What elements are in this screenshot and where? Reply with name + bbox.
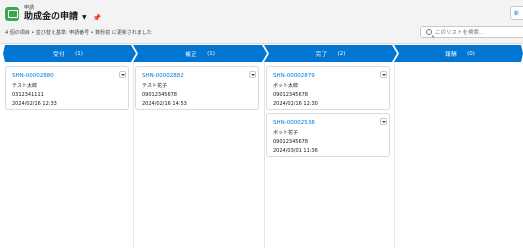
stage-count: (1) xyxy=(207,50,215,57)
card-name: テスト太郎 xyxy=(12,83,38,89)
stage-label: 完了 xyxy=(315,51,328,58)
object-label: 申請 xyxy=(24,5,35,11)
record-card[interactable]: SHN-00002882 テスト花子 09012345678 2024/02/1… xyxy=(135,66,259,110)
stage-label: 報酬 xyxy=(445,51,458,58)
card-name: ボット太郎 xyxy=(273,83,299,89)
stage-correction[interactable]: 補正 (1) xyxy=(138,45,262,62)
record-card[interactable]: SHN-00002879 ボット太郎 09012345678 2024/02/1… xyxy=(266,66,390,110)
record-number-link[interactable]: SHN-00002880 xyxy=(12,73,54,80)
card-date: 2024/03/01 11:36 xyxy=(273,148,318,154)
card-menu-button[interactable] xyxy=(380,118,387,125)
new-button[interactable]: 新 xyxy=(510,6,523,20)
stage-reward[interactable]: 報酬 (0) xyxy=(399,45,521,62)
kanban-board: 受付 (1) 補正 (1) 完了 (2) 報酬 (0) SHN-00002880… xyxy=(0,44,523,248)
card-menu-button[interactable] xyxy=(380,71,387,78)
card-menu-button[interactable] xyxy=(119,71,126,78)
stage-count: (2) xyxy=(337,50,346,57)
stage-count: (1) xyxy=(75,50,83,57)
card-phone: 09012345678 xyxy=(273,92,308,98)
stage-label: 受付 xyxy=(53,51,66,58)
record-card[interactable]: SHN-00002880 テスト太郎 0312341111 2024/02/16… xyxy=(5,66,129,110)
chevron-down-icon[interactable]: ▼ xyxy=(82,14,87,21)
record-card[interactable]: SHN-00002538 ボット花子 09012345678 2024/03/0… xyxy=(266,113,390,157)
card-name: テスト花子 xyxy=(142,83,168,89)
card-date: 2024/02/16 14:53 xyxy=(142,101,187,107)
list-view-title[interactable]: 助成金の申請 xyxy=(24,12,78,23)
record-number-link[interactable]: SHN-00002882 xyxy=(142,73,184,80)
application-object-icon xyxy=(5,7,19,21)
list-view-selector[interactable]: 助成金の申請 ▼ 📌 xyxy=(24,12,101,23)
card-name: ボット花子 xyxy=(273,130,299,136)
stage-label: 補正 xyxy=(185,51,198,58)
record-number-link[interactable]: SHN-00002538 xyxy=(273,120,315,127)
search-icon xyxy=(426,29,432,35)
card-date: 2024/02/16 12:30 xyxy=(273,101,318,107)
card-phone: 09012345678 xyxy=(142,92,177,98)
column-divider xyxy=(264,62,265,248)
column-divider xyxy=(394,62,395,248)
pin-icon[interactable]: 📌 xyxy=(93,14,102,22)
column-divider xyxy=(133,62,134,248)
card-menu-button[interactable] xyxy=(249,71,256,78)
stage-completed[interactable]: 完了 (2) xyxy=(269,45,392,62)
search-input[interactable] xyxy=(435,28,523,37)
record-number-link[interactable]: SHN-00002879 xyxy=(273,73,315,80)
page-header: 申請 助成金の申請 ▼ 📌 新 4 個の項目 • 並び替え基準: 申請番号 • … xyxy=(0,0,523,44)
card-date: 2024/02/16 12:33 xyxy=(12,101,57,107)
list-view-info: 4 個の項目 • 並び替え基準: 申請番号 • 数秒前 に更新されました xyxy=(5,30,152,36)
stage-count: (0) xyxy=(467,50,475,57)
card-phone: 09012345678 xyxy=(273,139,308,145)
stage-received[interactable]: 受付 (1) xyxy=(5,45,131,62)
list-search[interactable] xyxy=(420,26,523,38)
card-phone: 0312341111 xyxy=(12,92,44,98)
